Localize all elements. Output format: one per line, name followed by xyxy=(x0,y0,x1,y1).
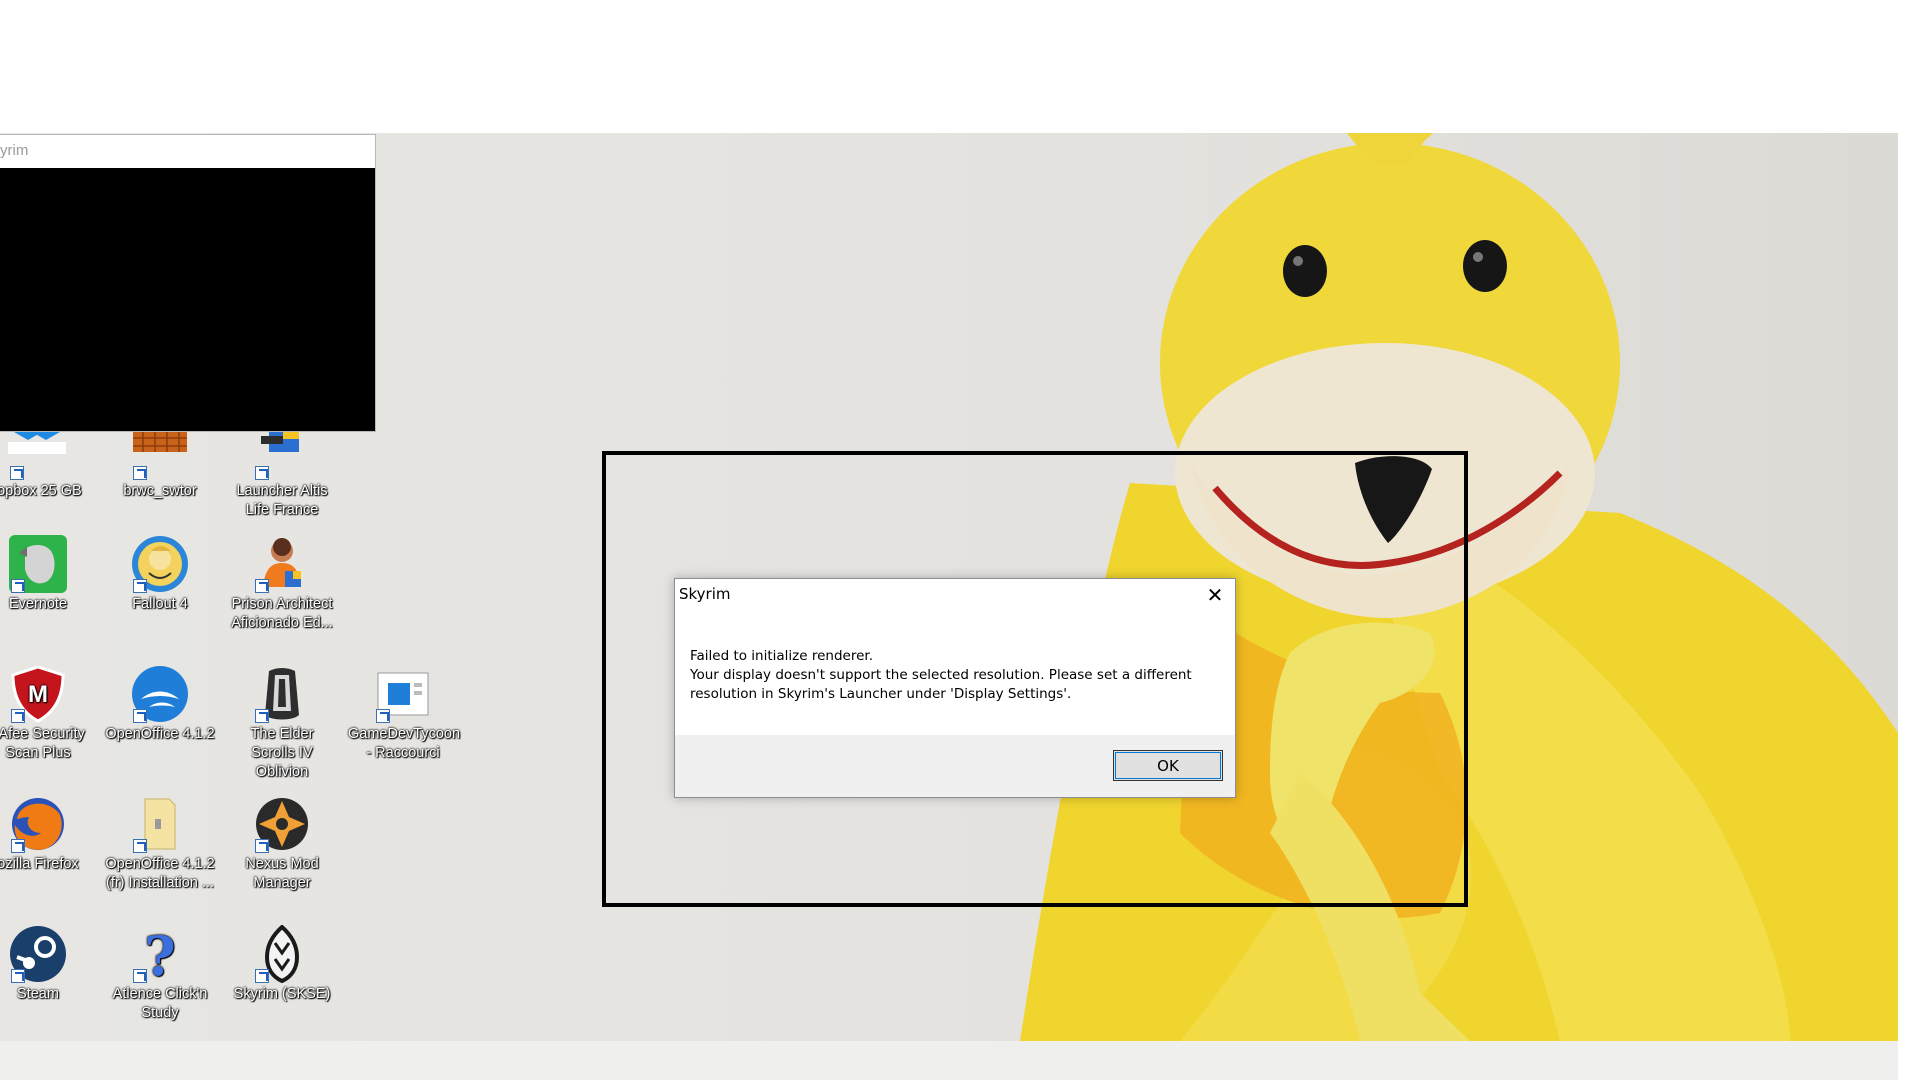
shortcut-arrow-icon xyxy=(133,709,147,723)
message-line-2: Your display doesn't support the selecte… xyxy=(690,667,1192,683)
desktop-icon-openoffice-installer[interactable]: OpenOffice 4.1.2 (fr) Installation ... xyxy=(105,795,215,893)
desktop-icon-prison-architect[interactable]: Prison Architect Aficionado Ed... xyxy=(227,535,337,633)
desktop-icon-skyrim-skse[interactable]: Skyrim (SKSE) xyxy=(227,924,337,1004)
desktop-icon-openoffice[interactable]: OpenOffice 4.1.2 xyxy=(105,665,215,744)
desktop-icon-label: Fallout 4 xyxy=(132,596,188,612)
desktop-icon-label: ozilla Firefox xyxy=(0,856,79,872)
desktop-icon-label: ropbox 25 GB xyxy=(0,483,82,499)
ok-button[interactable]: OK xyxy=(1113,750,1223,781)
evernote-icon xyxy=(9,535,67,593)
svg-text:M: M xyxy=(28,681,48,708)
desktop-icon-fallout4[interactable]: Fallout 4 xyxy=(105,535,215,614)
shortcut-arrow-icon xyxy=(133,579,147,593)
desktop-icon-evernote[interactable]: Evernote xyxy=(0,535,93,614)
steam-icon xyxy=(9,925,67,983)
message-line-1: Failed to initialize renderer. xyxy=(690,648,874,664)
mcafee-icon: M xyxy=(9,665,67,723)
shortcut-arrow-icon xyxy=(255,969,269,983)
skyrim-window-title[interactable]: yrim xyxy=(0,135,375,167)
message-line-3: resolution in Skyrim's Launcher under 'D… xyxy=(690,686,1072,702)
shortcut-arrow-icon xyxy=(11,579,25,593)
openoffice-icon xyxy=(131,665,189,723)
shortcut-arrow-icon xyxy=(133,969,147,983)
skyrim-game-window[interactable]: yrim xyxy=(0,134,376,432)
desktop-icon-firefox[interactable]: ozilla Firefox xyxy=(0,795,93,874)
desktop-icon-label: Steam xyxy=(17,986,59,1002)
desktop-icon-label: OpenOffice 4.1.2 xyxy=(105,726,215,742)
desktop-icon-label: GameDevTycoon - Raccourci xyxy=(348,726,461,761)
dialog-message: Failed to initialize renderer. Your disp… xyxy=(690,647,1210,704)
shortcut-arrow-icon xyxy=(11,969,25,983)
shortcut-arrow-icon xyxy=(376,709,390,723)
atlence-icon: ? xyxy=(131,924,189,988)
shortcut-arrow-icon xyxy=(11,839,25,853)
shortcut-arrow-icon xyxy=(255,579,269,593)
shortcut-arrow-icon xyxy=(133,466,147,480)
desktop-icon-dropbox[interactable]: ropbox 25 GB xyxy=(0,422,92,501)
desktop-icon-label: Evernote xyxy=(8,596,68,612)
desktop-icon-label: Launcher Altis Life France xyxy=(236,483,328,518)
desktop-icon-label: Skyrim (SKSE) xyxy=(233,986,331,1002)
folder-icon xyxy=(131,795,189,853)
shortcut-arrow-icon xyxy=(10,466,24,480)
shortcut-arrow-icon xyxy=(255,839,269,853)
desktop-icon-gamedevtycoon[interactable]: GameDevTycoon - Raccourci xyxy=(348,665,461,763)
desktop-icon-brwc-swtor[interactable]: brwc_swtor xyxy=(105,422,215,501)
desktop-icon-atlence[interactable]: ? Atlence Click'n Study xyxy=(105,924,215,1023)
dialog-title: Skyrim xyxy=(679,585,731,603)
svg-text:?: ? xyxy=(144,925,176,983)
desktop-icon-label: Nexus Mod Manager xyxy=(245,856,319,891)
prison-architect-icon xyxy=(253,535,311,593)
shortcut-arrow-icon xyxy=(11,709,25,723)
shortcut-arrow-icon xyxy=(255,466,269,480)
desktop-icon-oblivion[interactable]: The Elder Scrolls IV Oblivion xyxy=(227,665,337,782)
desktop-icon-label: brwc_swtor xyxy=(123,483,197,499)
desktop-icon-label: Atlence Click'n Study xyxy=(112,986,208,1021)
firefox-icon xyxy=(9,795,67,853)
fallout-4-icon xyxy=(131,535,189,593)
desktop-icon-nexus-mod-manager[interactable]: Nexus Mod Manager xyxy=(227,795,337,893)
taskbar-area xyxy=(0,1041,1898,1080)
gamedevtycoon-icon xyxy=(374,665,432,723)
desktop-icon-mcafee[interactable]: M cAfee Security Scan Plus xyxy=(0,665,93,763)
desktop-icon-steam[interactable]: Steam xyxy=(0,925,93,1004)
shortcut-arrow-icon xyxy=(255,709,269,723)
desktop-icon-launcher-altis[interactable]: Launcher Altis Life France xyxy=(227,422,337,520)
shortcut-arrow-icon xyxy=(133,839,147,853)
nexus-mod-manager-icon xyxy=(253,795,311,853)
desktop-icon-label: The Elder Scrolls IV Oblivion xyxy=(250,726,314,780)
skyrim-window-content[interactable] xyxy=(0,168,375,431)
dialog-footer: OK xyxy=(675,735,1235,797)
desktop-icon-label: Prison Architect Aficionado Ed... xyxy=(231,596,333,631)
desktop-icon-label: OpenOffice 4.1.2 (fr) Installation ... xyxy=(105,856,215,891)
skyrim-icon xyxy=(253,924,311,984)
error-dialog: Skyrim ✕ Failed to initialize renderer. … xyxy=(674,578,1236,798)
desktop-icon-label: cAfee Security Scan Plus xyxy=(0,726,85,761)
oblivion-icon xyxy=(253,665,311,723)
close-icon[interactable]: ✕ xyxy=(1201,582,1229,610)
